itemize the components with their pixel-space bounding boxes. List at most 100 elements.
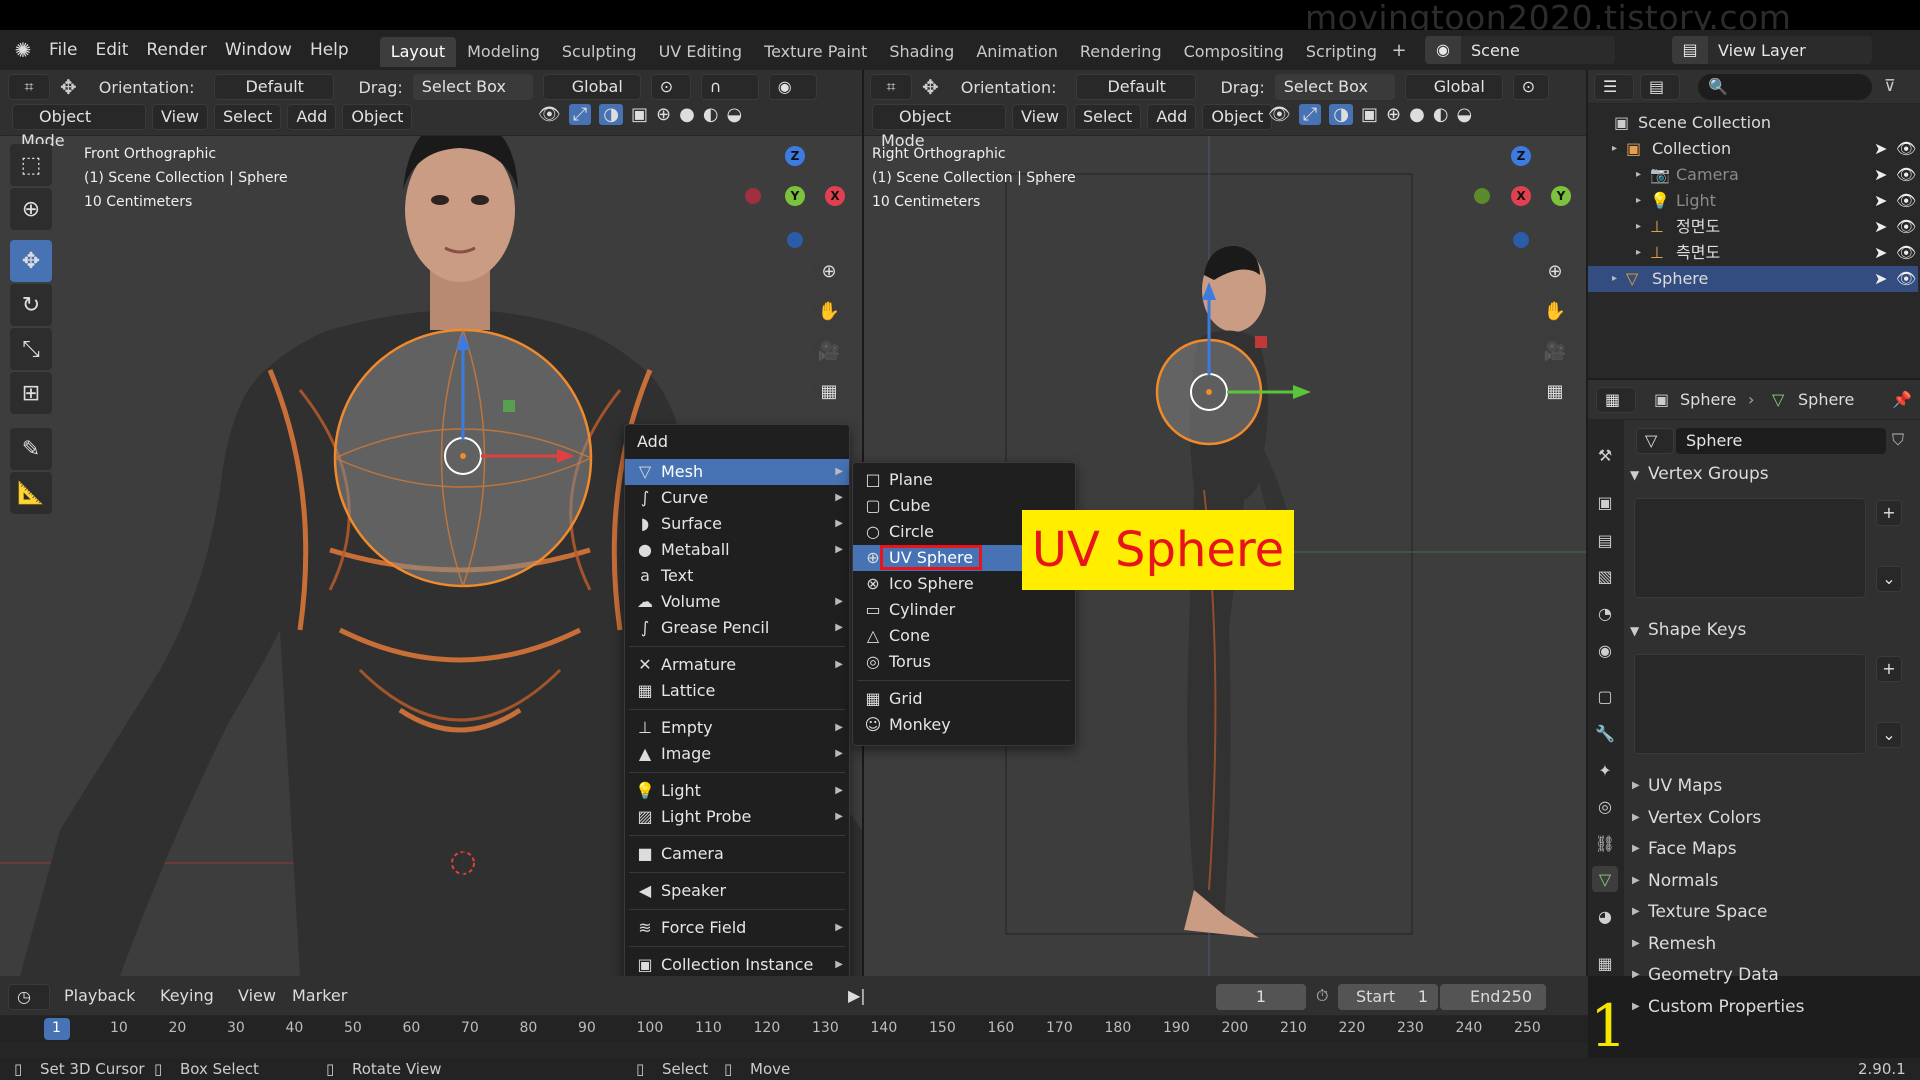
add-menu-item-surface[interactable]: ◗ Surface ▶ — [625, 511, 849, 537]
collapse-arrow-icon[interactable]: ▶ — [1632, 969, 1640, 980]
tab-animation[interactable]: Animation — [965, 37, 1069, 67]
end-frame-field[interactable]: End 250 — [1440, 984, 1546, 1010]
timeline-marker-menu[interactable]: Marker — [292, 986, 347, 1005]
xray-icon[interactable]: ▣ — [1361, 104, 1378, 125]
stopwatch-icon[interactable]: ⏱ — [1316, 986, 1328, 1006]
rendered-shading-icon[interactable]: ◒ — [1457, 104, 1473, 125]
vertex-group-menu-icon[interactable]: ⌄ — [1876, 566, 1902, 592]
expand-arrow-icon[interactable]: ▸ — [1612, 266, 1617, 292]
physics-icon[interactable]: ◎ — [1592, 793, 1618, 819]
menu-render[interactable]: Render — [137, 30, 216, 70]
panel-texture-space[interactable]: Texture Space — [1648, 902, 1767, 922]
gizmo-neg-x-axis[interactable] — [745, 188, 761, 204]
snap-icon[interactable]: ⊙ — [650, 74, 691, 100]
select-arrow-icon[interactable]: ➤ — [1874, 266, 1887, 292]
gizmo-neg-z-axis[interactable] — [787, 232, 803, 248]
vertex-groups-expand-icon[interactable]: ▼ — [1630, 468, 1639, 482]
view-layer-selector[interactable]: ▤ View Layer — [1672, 36, 1872, 64]
modifier-icon[interactable]: 🔧 — [1592, 720, 1618, 746]
editor-type-icon[interactable]: ⌗ — [8, 74, 50, 100]
outliner-item-2[interactable]: ▸ 💡 Light ➤ 👁 — [1588, 188, 1918, 214]
tab-scripting[interactable]: Scripting — [1295, 37, 1388, 67]
transform-orientation-dropdown[interactable]: Global — [1404, 74, 1503, 100]
rotate-tool-icon[interactable]: ↻ — [10, 284, 52, 326]
panel-vertex-groups[interactable]: Vertex Groups — [1648, 464, 1769, 484]
orientation-dropdown[interactable]: Default — [1076, 74, 1197, 100]
move-tool-icon[interactable]: ✥ — [10, 240, 52, 282]
gizmo-x-axis[interactable]: X — [1511, 186, 1531, 206]
menu-window[interactable]: Window — [216, 30, 301, 70]
annotate-tool-icon[interactable]: ✎ — [10, 428, 52, 470]
snap-icon[interactable]: ⊙ — [1512, 74, 1549, 100]
viewport-menu-add[interactable]: Add — [287, 104, 337, 130]
mode-dropdown[interactable]: Object Mode — [872, 104, 1006, 150]
expand-arrow-icon[interactable]: ▸ — [1636, 188, 1641, 214]
add-menu-item-volume[interactable]: ☁ Volume ▶ — [625, 589, 849, 615]
material-shading-icon[interactable]: ◐ — [1433, 104, 1449, 125]
solid-shading-icon[interactable]: ● — [1409, 104, 1425, 125]
mesh-menu-item-monkey[interactable]: ☺ Monkey — [853, 712, 1075, 738]
expand-arrow-icon[interactable]: ▸ — [1636, 162, 1641, 188]
eye-icon[interactable]: 👁 — [1896, 162, 1916, 188]
shape-keys-list[interactable] — [1634, 654, 1866, 754]
menu-file[interactable]: File — [40, 30, 86, 70]
add-menu-item-image[interactable]: ▲ Image ▶ — [625, 741, 849, 767]
outliner-item-1[interactable]: ▸ 📷 Camera ➤ 👁 — [1588, 162, 1918, 188]
add-menu-item-light-probe[interactable]: ▨ Light Probe ▶ — [625, 804, 849, 830]
filter-icon[interactable]: ⊽ — [1884, 76, 1896, 95]
transform-pivot-icon[interactable]: ✥ — [922, 75, 939, 99]
transform-pivot-icon[interactable]: ✥ — [60, 75, 77, 99]
pan-hand-icon[interactable]: ✋ — [1538, 294, 1572, 328]
gizmo-x-axis[interactable]: X — [825, 186, 845, 206]
collapse-arrow-icon[interactable]: ▶ — [1632, 906, 1640, 917]
ortho-grid-icon[interactable]: ▦ — [812, 374, 846, 408]
render-icon[interactable]: ▣ — [1592, 489, 1618, 515]
panel-geometry-data[interactable]: Geometry Data — [1648, 965, 1779, 985]
drag-dropdown[interactable]: Select Box — [1274, 74, 1395, 100]
collapse-arrow-icon[interactable]: ▶ — [1632, 875, 1640, 886]
panel-normals[interactable]: Normals — [1648, 871, 1718, 891]
panel-vertex-colors[interactable]: Vertex Colors — [1648, 808, 1761, 828]
particles-icon[interactable]: ✦ — [1592, 757, 1618, 783]
tab-sculpting[interactable]: Sculpting — [551, 37, 648, 67]
outliner-search-input[interactable]: 🔍 — [1698, 74, 1872, 100]
select-arrow-icon[interactable]: ➤ — [1874, 240, 1887, 266]
mesh-data-name-field[interactable]: Sphere — [1676, 428, 1886, 454]
add-menu-item-metaball[interactable]: ● Metaball ▶ — [625, 537, 849, 563]
select-arrow-icon[interactable]: ➤ — [1874, 188, 1887, 214]
add-menu-item-lattice[interactable]: ▦ Lattice — [625, 678, 849, 704]
texture-icon[interactable]: ▦ — [1592, 950, 1618, 976]
cursor-tool-icon[interactable]: ⊕ — [10, 188, 52, 230]
eye-icon[interactable]: 👁 — [1896, 266, 1916, 292]
scale-tool-icon[interactable]: ⤡ — [10, 328, 52, 370]
timeline-editor-type-icon[interactable]: ◷ — [8, 984, 50, 1010]
add-menu-item-armature[interactable]: ✕ Armature ▶ — [625, 652, 849, 678]
add-menu-item-light[interactable]: 💡 Light ▶ — [625, 778, 849, 804]
gizmo-toggle-icon[interactable]: ⤢ — [568, 104, 592, 125]
panel-remesh[interactable]: Remesh — [1648, 934, 1716, 954]
pan-hand-icon[interactable]: ✋ — [812, 294, 846, 328]
expand-arrow-icon[interactable]: ▸ — [1636, 214, 1641, 240]
collapse-arrow-icon[interactable]: ▶ — [1632, 1001, 1640, 1012]
material-icon[interactable]: ◕ — [1592, 903, 1618, 929]
ortho-grid-icon[interactable]: ▦ — [1538, 374, 1572, 408]
material-shading-icon[interactable]: ◐ — [703, 104, 719, 125]
select-box-tool-icon[interactable]: ⬚ — [10, 144, 52, 186]
tab-layout[interactable]: Layout — [379, 37, 457, 67]
outliner-item-4[interactable]: ▸ ⊥ 측면도 ➤ 👁 — [1588, 240, 1918, 266]
viewport-menu-select[interactable]: Select — [1073, 104, 1142, 130]
timeline-view-menu[interactable]: View — [238, 986, 276, 1005]
add-shape-key-button[interactable]: + — [1876, 656, 1902, 682]
gizmo-z-axis[interactable]: Z — [785, 146, 805, 166]
gizmo-y-axis[interactable]: Y — [785, 186, 805, 206]
gizmo-z-axis[interactable]: Z — [1511, 146, 1531, 166]
select-arrow-icon[interactable]: ➤ — [1874, 162, 1887, 188]
outliner-root[interactable]: ▣ Scene Collection — [1588, 110, 1918, 136]
tab-texture-paint[interactable]: Texture Paint — [753, 37, 878, 67]
mesh-menu-item-grid[interactable]: ▦ Grid — [853, 686, 1075, 712]
tab-shading[interactable]: Shading — [878, 37, 965, 67]
add-menu-item-force-field[interactable]: ≋ Force Field ▶ — [625, 915, 849, 941]
camera-view-icon[interactable]: 🎥 — [1538, 334, 1572, 368]
playback-menu[interactable]: Playback — [64, 986, 135, 1005]
output-icon[interactable]: ▤ — [1592, 527, 1618, 553]
